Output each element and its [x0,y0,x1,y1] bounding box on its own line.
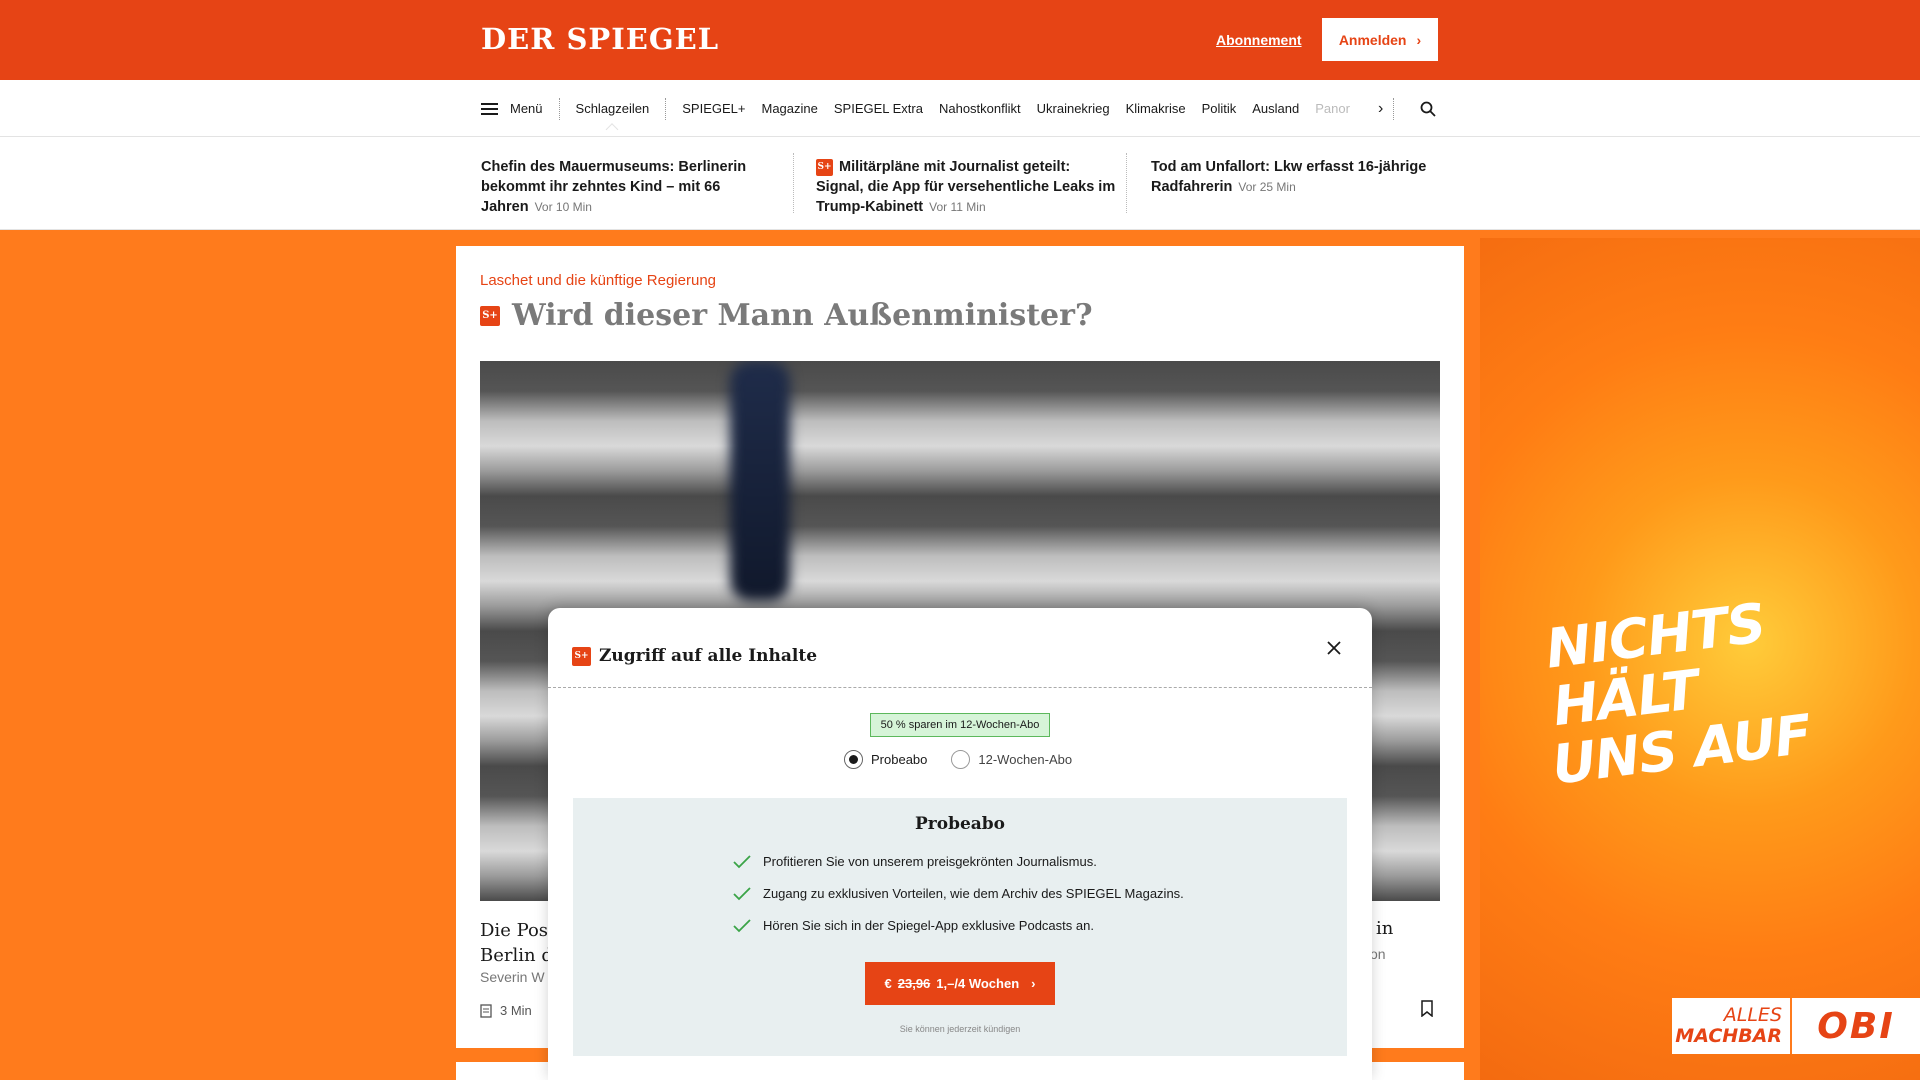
subscribe-button[interactable]: € 23,96 1,–/4 Wochen › [865,962,1055,1005]
check-icon [733,854,751,868]
article-headline-text: Wird dieser Mann Außenminister? [512,298,1093,333]
teaser-item[interactable]: Chefin des Mauermuseums: Berlinerin beko… [481,157,781,217]
photo-figure [730,361,790,601]
nav-item-schlagzeilen[interactable]: Schlagzeilen [560,101,666,116]
radio-selected-icon [844,750,863,769]
ad-brand-line2: MACHBAR [1675,1025,1782,1047]
read-time: 3 Min [500,1003,532,1018]
ad-brand-line1: ALLES [1723,1004,1782,1026]
radio-probeabo[interactable]: Probeabo [844,750,927,769]
teaser-divider [1126,153,1127,213]
plan-selector: Probeabo 12-Wochen-Abo [844,750,1072,769]
article-author-right: on [1370,946,1386,962]
top-header: DER SPIEGEL Abonnement Anmelden › [0,0,1920,80]
benefit-text: Zugang zu exklusiven Vorteilen, wie dem … [763,886,1184,901]
radio-label: 12-Wochen-Abo [978,752,1073,767]
nav-scroll-right-icon[interactable]: › [1368,100,1393,118]
radio-label: Probeabo [871,752,928,767]
check-icon [733,886,751,900]
search-icon[interactable] [1406,101,1436,117]
article-headline[interactable]: S+ Wird dieser Mann Außenminister? [480,298,1093,333]
article-kicker[interactable]: Laschet und die künftige Regierung [480,272,716,289]
teaser-time: Vor 11 Min [929,200,986,214]
menu-label: Menü [510,101,543,116]
ad-skyscraper-left[interactable] [0,238,450,1080]
hamburger-icon [481,102,498,115]
nav-item-politik[interactable]: Politik [1194,101,1245,116]
menu-button[interactable]: Menü [481,101,559,116]
cancel-note: Sie können jederzeit kündigen [899,1024,1021,1034]
ad-brand-claim: ALLES MACHBAR [1672,998,1790,1054]
spiegel-plus-icon: S+ [572,646,591,666]
ad-frame-strip [1470,238,1480,1080]
document-icon [480,1003,492,1018]
spiegel-plus-icon: S+ [480,305,500,326]
check-icon [733,918,751,932]
benefit-item: Hören Sie sich in der Spiegel-App exklus… [733,918,1094,933]
article-author: Severin W [480,969,545,985]
modal-header: S+ Zugriff auf alle Inhalte [572,646,817,666]
benefit-item: Profitieren Sie von unserem preisgekrönt… [733,854,1097,869]
close-icon[interactable] [1322,636,1346,660]
radio-unselected-icon [951,750,971,769]
plan-title: Probeabo [914,814,1006,834]
nav-item-panorama[interactable]: Panor [1307,101,1358,116]
nav-item-nahostkonflikt[interactable]: Nahostkonflikt [931,101,1029,116]
article-meta: 3 Min [480,1003,532,1018]
benefit-text: Profitieren Sie von unserem preisgekrönt… [763,854,1097,869]
plan-box: Probeabo Profitieren Sie von unserem pre… [573,798,1347,1056]
benefit-item: Zugang zu exklusiven Vorteilen, wie dem … [733,886,1184,901]
chevron-right-icon: › [1416,31,1422,48]
obi-logo: OBI [1790,998,1920,1054]
login-button[interactable]: Anmelden › [1322,18,1438,61]
breaking-news-row: Chefin des Mauermuseums: Berlinerin beko… [0,137,1920,230]
ad-skyscraper-right[interactable]: NICHTS HÄLT UNS AUF [1470,238,1920,1080]
cta-new-price: 1,–/4 Wochen [936,976,1020,991]
ad-brand-box[interactable]: ALLES MACHBAR OBI [1672,998,1920,1054]
spiegel-logo[interactable]: DER SPIEGEL [481,22,719,56]
teaser-item[interactable]: Tod am Unfallort: Lkw erfasst 16-jährige… [1151,157,1451,197]
nav-item-spiegel-plus[interactable]: SPIEGEL+ [666,101,753,116]
nav-item-ausland[interactable]: Ausland [1244,101,1307,116]
nav-item-ukrainekrieg[interactable]: Ukrainekrieg [1029,101,1118,116]
cta-old-price: 23,96 [897,976,931,991]
nav-divider [1393,97,1395,120]
paywall-modal: S+ Zugriff auf alle Inhalte 50 % sparen … [548,608,1372,1080]
modal-title: Zugriff auf alle Inhalte [599,646,818,666]
modal-divider [548,687,1372,688]
bookmark-icon[interactable] [1420,1000,1434,1022]
ad-slogan: NICHTS HÄLT UNS AUF [1542,576,1920,796]
nav-item-spiegel-extra[interactable]: SPIEGEL Extra [826,101,931,116]
benefit-text: Hören Sie sich in der Spiegel-App exklus… [763,918,1094,933]
subscription-link[interactable]: Abonnement [1216,32,1302,48]
teaser-item[interactable]: S+ Militärpläne mit Journalist geteilt: S… [816,157,1116,217]
nav-item-magazine[interactable]: Magazine [753,101,825,116]
teaser-divider [793,153,794,213]
teaser-title: Chefin des Mauermuseums: Berlinerin beko… [481,159,747,215]
savings-badge: 50 % sparen im 12-Wochen-Abo [870,713,1050,737]
chevron-right-icon: › [1031,976,1036,991]
teaser-time: Vor 25 Min [1238,180,1296,194]
nav-item-klimakrise[interactable]: Klimakrise [1118,101,1194,116]
teaser-time: Vor 10 Min [534,200,592,214]
spiegel-plus-icon: S+ [816,159,833,176]
main-nav: Menü Schlagzeilen SPIEGEL+ Magazine SPIE… [0,80,1920,137]
cta-currency: € [884,976,892,991]
radio-12-wochen-abo[interactable]: 12-Wochen-Abo [951,750,1072,769]
login-button-label: Anmelden [1338,31,1407,48]
